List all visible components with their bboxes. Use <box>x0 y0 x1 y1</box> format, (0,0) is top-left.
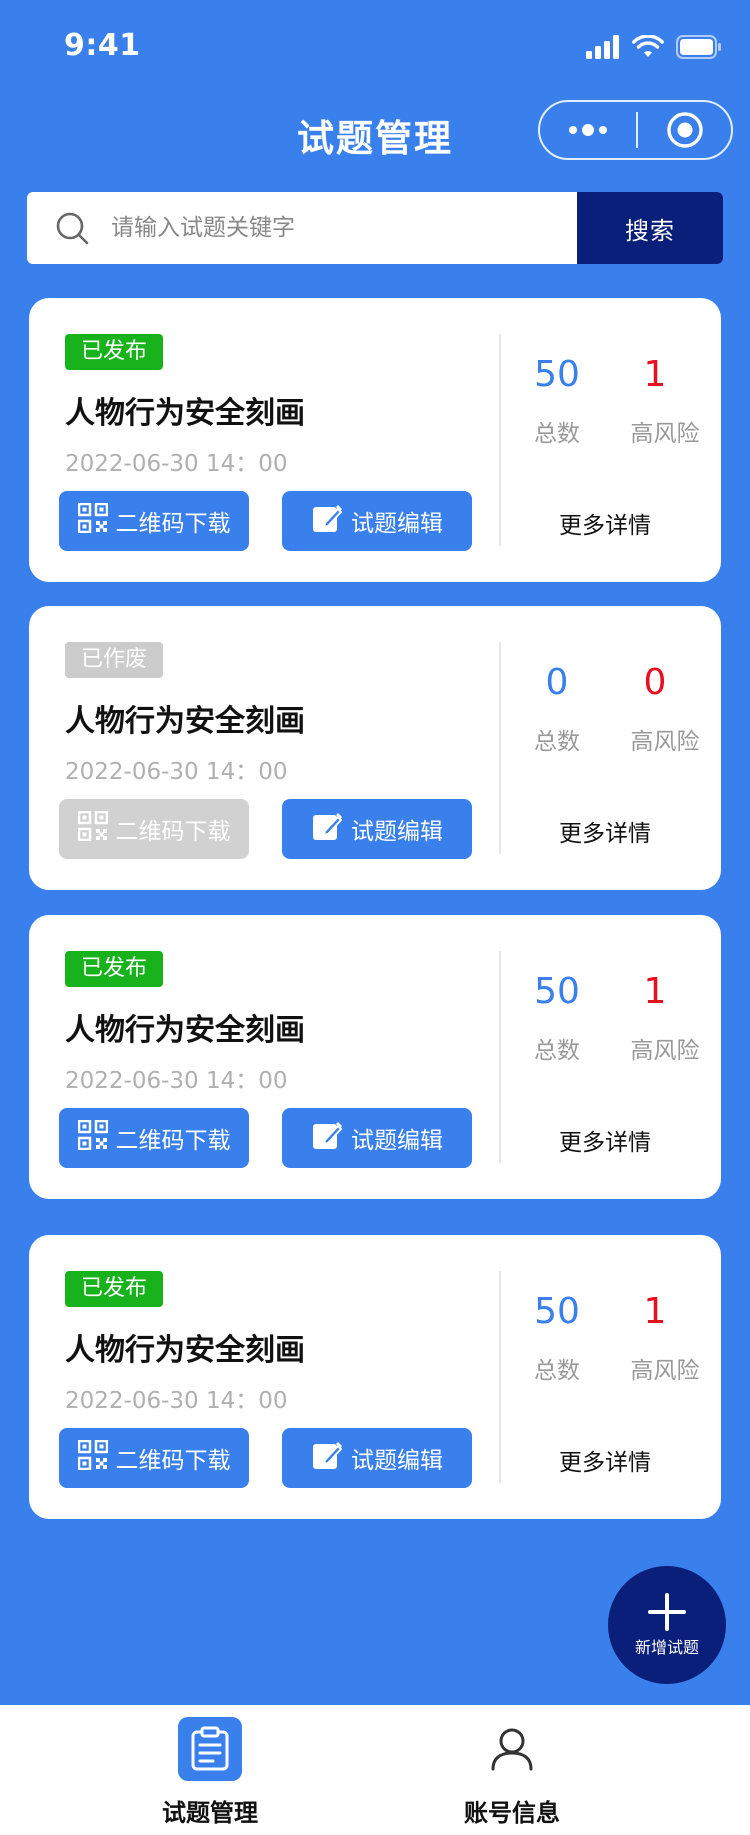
card-divider <box>499 951 501 1163</box>
fab-label: 新增试题 <box>634 1638 699 1657</box>
high-risk-label: 高风险 <box>630 1038 700 1064</box>
question-title: 人物行为安全刻画 <box>65 704 305 739</box>
target-icon <box>666 112 703 148</box>
more-details-link[interactable]: 更多详情 <box>559 1123 651 1157</box>
more-dots-icon <box>569 124 607 136</box>
status-badge: 已作废 <box>65 642 164 678</box>
qr-code-icon <box>77 1439 108 1476</box>
edit-question-button[interactable]: 试题编辑 <box>282 1428 472 1488</box>
more-details-link[interactable]: 更多详情 <box>559 506 651 540</box>
plus-icon <box>648 1593 686 1631</box>
status-badge: 已发布 <box>65 951 164 987</box>
question-card: 已作废 人物行为安全刻画 2022-06-30 14：00 二维码下载 试题编辑… <box>29 606 721 890</box>
question-time: 2022-06-30 14：00 <box>65 1068 288 1094</box>
qr-download-label: 二维码下载 <box>115 1127 231 1153</box>
question-time: 2022-06-30 14：00 <box>65 1388 288 1414</box>
cellular-signal-icon <box>586 35 620 63</box>
edit-icon <box>311 1119 343 1157</box>
status-bar: 9:41 <box>0 0 750 96</box>
search-button[interactable]: 搜索 <box>577 192 723 264</box>
edit-question-label: 试题编辑 <box>351 510 443 536</box>
tab-label: 试题管理 <box>162 1799 258 1827</box>
question-title: 人物行为安全刻画 <box>65 396 305 431</box>
status-icons <box>586 34 722 64</box>
qr-download-label: 二维码下载 <box>115 510 231 536</box>
edit-question-label: 试题编辑 <box>351 1127 443 1153</box>
search-bar: 搜索 <box>27 192 723 264</box>
qr-download-button[interactable]: 二维码下载 <box>59 1108 249 1168</box>
question-title: 人物行为安全刻画 <box>65 1333 305 1368</box>
status-badge: 已发布 <box>65 1271 164 1307</box>
tab-account-info[interactable]: 账号信息 <box>432 1717 592 1828</box>
total-count: 50 <box>534 971 580 1012</box>
high-risk-label: 高风险 <box>630 421 700 447</box>
edit-question-label: 试题编辑 <box>351 818 443 844</box>
total-label: 总数 <box>534 1358 580 1384</box>
more-menu-button[interactable] <box>540 102 636 158</box>
card-divider <box>499 334 501 546</box>
search-input[interactable] <box>105 192 577 264</box>
add-question-fab[interactable]: 新增试题 <box>608 1566 726 1684</box>
edit-question-button[interactable]: 试题编辑 <box>282 1108 472 1168</box>
tab-bar: 试题管理 账号信息 <box>0 1705 750 1835</box>
card-divider <box>499 1271 501 1483</box>
close-mini-program-button[interactable] <box>638 111 731 149</box>
total-label: 总数 <box>534 1038 580 1064</box>
total-count: 0 <box>545 662 569 703</box>
qr-download-button[interactable]: 二维码下载 <box>59 491 249 551</box>
qr-code-icon <box>77 810 108 847</box>
wifi-icon <box>632 34 664 63</box>
edit-icon <box>311 502 343 540</box>
question-card: 已发布 人物行为安全刻画 2022-06-30 14：00 二维码下载 试题编辑… <box>29 298 721 582</box>
question-time: 2022-06-30 14：00 <box>65 451 288 477</box>
card-divider <box>499 642 501 854</box>
question-card: 已发布 人物行为安全刻画 2022-06-30 14：00 二维码下载 试题编辑… <box>29 915 721 1199</box>
high-risk-count: 0 <box>643 662 667 703</box>
tab-label: 账号信息 <box>464 1799 560 1827</box>
total-count: 50 <box>534 354 580 395</box>
high-risk-count: 1 <box>643 1291 667 1332</box>
qr-code-icon <box>77 502 108 539</box>
total-label: 总数 <box>534 729 580 755</box>
high-risk-label: 高风险 <box>630 1358 700 1384</box>
question-title: 人物行为安全刻画 <box>65 1013 305 1048</box>
more-details-link[interactable]: 更多详情 <box>559 814 651 848</box>
edit-question-label: 试题编辑 <box>351 1447 443 1473</box>
edit-question-button[interactable]: 试题编辑 <box>282 799 472 859</box>
clipboard-icon <box>178 1717 242 1781</box>
high-risk-count: 1 <box>643 354 667 395</box>
edit-icon <box>311 810 343 848</box>
high-risk-label: 高风险 <box>630 729 700 755</box>
total-label: 总数 <box>534 421 580 447</box>
user-icon <box>480 1717 544 1781</box>
status-badge: 已发布 <box>65 334 164 370</box>
qr-download-button[interactable]: 二维码下载 <box>59 1428 249 1488</box>
high-risk-count: 1 <box>643 971 667 1012</box>
more-details-link[interactable]: 更多详情 <box>559 1443 651 1477</box>
search-icon <box>27 192 105 264</box>
qr-download-button[interactable]: 二维码下载 <box>59 799 249 859</box>
edit-icon <box>311 1439 343 1477</box>
question-time: 2022-06-30 14：00 <box>65 759 288 785</box>
qr-download-label: 二维码下载 <box>115 818 231 844</box>
qr-download-label: 二维码下载 <box>115 1447 231 1473</box>
mini-program-capsule <box>538 100 733 160</box>
question-card: 已发布 人物行为安全刻画 2022-06-30 14：00 二维码下载 试题编辑… <box>29 1235 721 1519</box>
status-time: 9:41 <box>64 28 141 63</box>
battery-icon <box>676 35 722 63</box>
tab-question-management[interactable]: 试题管理 <box>130 1717 290 1828</box>
total-count: 50 <box>534 1291 580 1332</box>
edit-question-button[interactable]: 试题编辑 <box>282 491 472 551</box>
qr-code-icon <box>77 1119 108 1156</box>
